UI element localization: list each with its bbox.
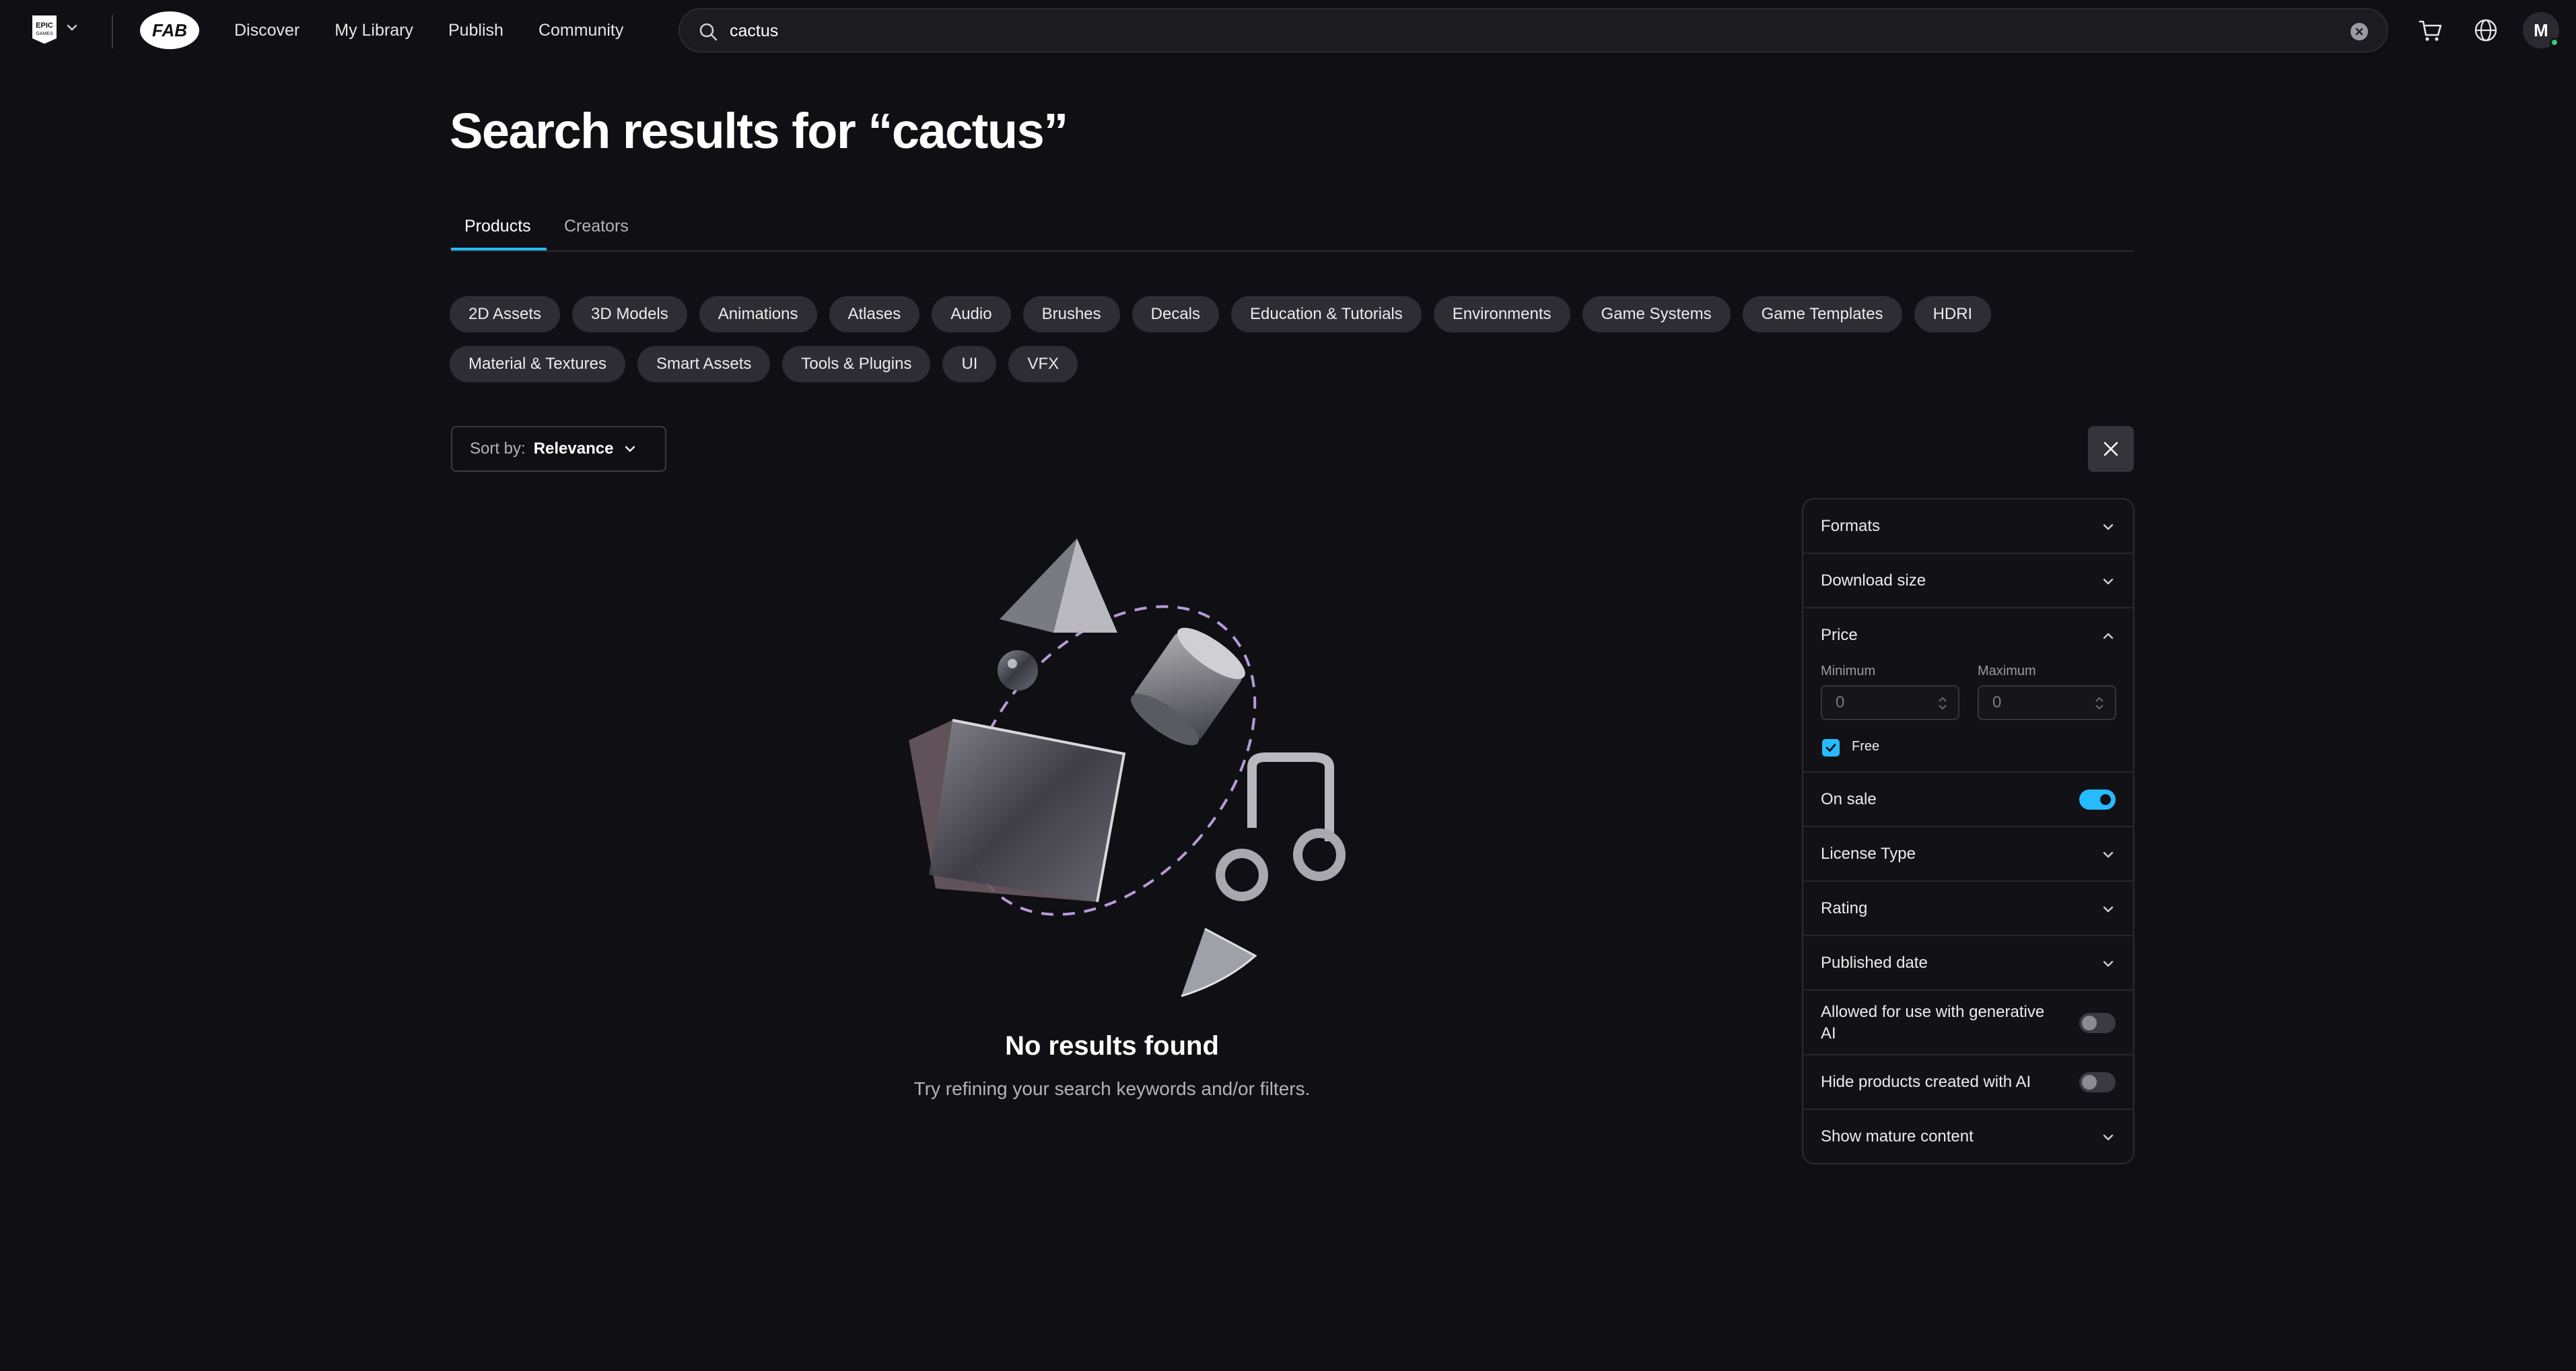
filter-generative-ai[interactable]: Allowed for use with generative AI xyxy=(1803,991,2133,1055)
filter-published-date[interactable]: Published date xyxy=(1803,936,2133,991)
price-maximum-value: 0 xyxy=(1992,693,2002,711)
filter-label: Download size xyxy=(1821,571,1926,590)
filter-label: Published date xyxy=(1821,954,1928,972)
category-chip[interactable]: Decals xyxy=(1132,296,1219,332)
svg-text:FAB: FAB xyxy=(152,20,187,40)
price-minimum-input[interactable]: 0 xyxy=(1821,685,1959,720)
result-tabs: Products Creators xyxy=(451,202,2134,252)
tab-creators[interactable]: Creators xyxy=(564,217,629,248)
filter-label: Hide products created with AI xyxy=(1821,1073,2031,1091)
nav-my-library[interactable]: My Library xyxy=(335,21,413,40)
category-chip[interactable]: Game Systems xyxy=(1582,296,1731,332)
cart-icon[interactable] xyxy=(2418,17,2443,43)
search-icon xyxy=(699,23,718,41)
price-minimum-value: 0 xyxy=(1836,693,1845,711)
empty-state-title: No results found xyxy=(1005,1031,1219,1061)
category-chip[interactable]: Environments xyxy=(1433,296,1570,332)
filter-mature-content[interactable]: Show mature content xyxy=(1803,1110,2133,1163)
page-title: Search results for “cactus” xyxy=(450,103,1068,159)
price-maximum-label: Maximum xyxy=(1978,664,2036,678)
filter-label: Allowed for use with generative AI xyxy=(1821,1003,2045,1043)
filter-download-size[interactable]: Download size xyxy=(1803,554,2133,608)
category-chip[interactable]: Game Templates xyxy=(1742,296,1902,332)
filter-license-type[interactable]: License Type xyxy=(1803,827,2133,882)
top-bar: EPIC GAMES FAB Discover My Library Publi… xyxy=(0,0,2576,61)
chevron-down-icon xyxy=(2103,524,2114,530)
chevron-down-icon xyxy=(625,446,635,452)
category-chip[interactable]: UI xyxy=(942,346,997,382)
category-chip[interactable]: 2D Assets xyxy=(450,296,561,332)
online-status-dot xyxy=(2550,38,2559,47)
filter-panel: Formats Download size Price Minimum Maxi… xyxy=(1802,498,2134,1164)
category-chip[interactable]: Education & Tutorials xyxy=(1231,296,1422,332)
on-sale-toggle[interactable] xyxy=(2079,789,2116,810)
sort-dropdown[interactable]: Sort by: Relevance xyxy=(451,426,666,472)
close-filters-button[interactable] xyxy=(2088,426,2134,472)
fab-logo-icon[interactable]: FAB xyxy=(139,8,201,52)
empty-state-illustration xyxy=(909,538,1346,997)
search-input[interactable] xyxy=(730,17,2305,44)
filter-label: License Type xyxy=(1821,845,1916,863)
category-chip[interactable]: Atlases xyxy=(829,296,920,332)
category-chip[interactable]: Audio xyxy=(932,296,1011,332)
filter-hide-ai[interactable]: Hide products created with AI xyxy=(1803,1055,2133,1110)
filter-label: Formats xyxy=(1821,517,1881,535)
chevron-down-icon xyxy=(2103,906,2114,913)
checkmark-icon xyxy=(1825,744,1836,752)
globe-icon[interactable] xyxy=(2473,17,2499,43)
price-maximum-input[interactable]: 0 xyxy=(1978,685,2116,720)
filter-label: On sale xyxy=(1821,790,1877,808)
category-chips: 2D Assets 3D Models Animations Atlases A… xyxy=(450,296,2092,382)
chevron-down-icon xyxy=(2103,578,2114,585)
user-avatar[interactable]: M xyxy=(2523,12,2559,48)
category-chip[interactable]: Smart Assets xyxy=(637,346,771,382)
free-label: Free xyxy=(1852,739,1880,754)
category-chip[interactable]: 3D Models xyxy=(572,296,687,332)
chevron-down-icon xyxy=(2103,851,2114,858)
filter-label: Rating xyxy=(1821,899,1868,917)
filter-label: Show mature content xyxy=(1821,1127,1974,1146)
chevron-down-icon xyxy=(2103,1134,2114,1141)
stepper-icon xyxy=(2095,697,2103,710)
svg-text:EPIC: EPIC xyxy=(36,22,53,30)
search-bar[interactable] xyxy=(678,8,2388,52)
empty-state-subtitle: Try refining your search keywords and/or… xyxy=(913,1078,1311,1099)
category-chip[interactable]: VFX xyxy=(1008,346,1078,382)
category-chip[interactable]: HDRI xyxy=(1914,296,1992,332)
main-nav: Discover My Library Publish Community xyxy=(234,0,658,61)
nav-discover[interactable]: Discover xyxy=(234,21,300,40)
stepper-icon xyxy=(1939,697,1947,710)
hide-ai-toggle[interactable] xyxy=(2079,1072,2116,1092)
header-divider xyxy=(112,15,113,48)
tab-products-label: Products xyxy=(464,217,531,236)
filter-rating[interactable]: Rating xyxy=(1803,882,2133,936)
price-minimum-label: Minimum xyxy=(1821,664,1876,678)
category-chip[interactable]: Tools & Plugins xyxy=(782,346,931,382)
category-chip[interactable]: Brushes xyxy=(1022,296,1120,332)
tab-products[interactable]: Products xyxy=(464,217,531,248)
filter-label: Price xyxy=(1821,626,1858,644)
avatar-initial: M xyxy=(2534,20,2548,40)
chevron-up-icon[interactable] xyxy=(2101,629,2116,643)
sort-label: Sort by: xyxy=(470,440,526,458)
epic-games-logo-icon[interactable]: EPIC GAMES xyxy=(30,13,59,46)
nav-publish[interactable]: Publish xyxy=(448,21,503,40)
nav-community[interactable]: Community xyxy=(538,21,623,40)
sort-value: Relevance xyxy=(533,440,614,458)
filter-on-sale[interactable]: On sale xyxy=(1803,773,2133,827)
tab-creators-label: Creators xyxy=(564,217,629,236)
generative-ai-toggle[interactable] xyxy=(2079,1013,2116,1033)
close-icon xyxy=(2103,442,2118,456)
chevron-down-icon xyxy=(2103,960,2114,967)
category-chip[interactable]: Material & Textures xyxy=(450,346,625,382)
chevron-down-icon[interactable] xyxy=(65,20,79,35)
category-chip[interactable]: Animations xyxy=(699,296,817,332)
clear-search-icon[interactable] xyxy=(2351,23,2368,40)
filter-formats[interactable]: Formats xyxy=(1803,499,2133,554)
svg-text:GAMES: GAMES xyxy=(36,32,53,36)
free-checkbox[interactable] xyxy=(1822,739,1840,757)
filter-price: Price Minimum Maximum 0 0 Free xyxy=(1803,608,2133,773)
active-tab-indicator xyxy=(451,248,547,250)
